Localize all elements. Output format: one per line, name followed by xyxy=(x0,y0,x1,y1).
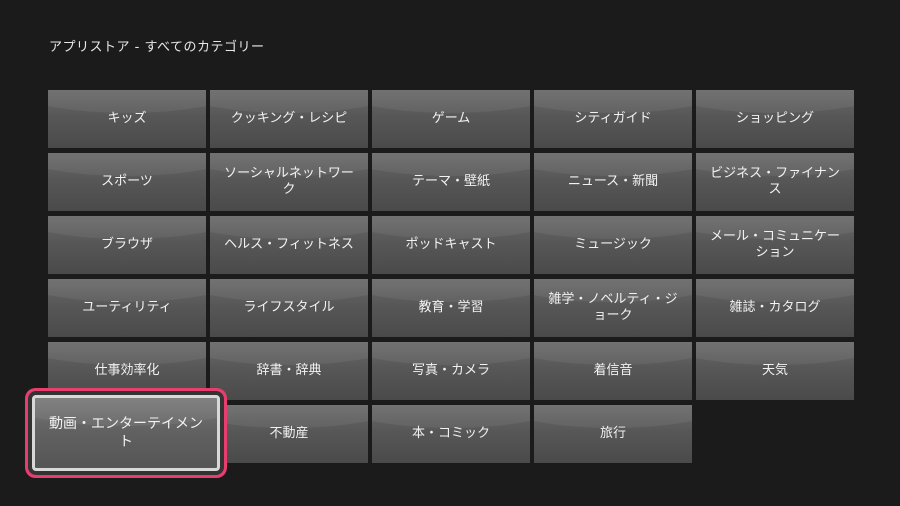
category-tile[interactable]: ニュース・新聞 xyxy=(534,153,692,211)
category-tile[interactable]: ソーシャルネットワーク xyxy=(210,153,368,211)
category-label: ブラウザ xyxy=(100,237,153,252)
category-label: 動画・エンターテイメント xyxy=(49,416,203,450)
category-label: メール・コミュニケーション xyxy=(709,229,840,260)
category-tile[interactable]: ライフスタイル xyxy=(210,279,368,337)
category-tile[interactable]: 着信音 xyxy=(534,342,692,400)
app-store-categories-screen: アプリストア - すべてのカテゴリー キッズ クッキング・レシピ ゲーム シティ… xyxy=(0,0,900,506)
category-tile[interactable]: クッキング・レシピ xyxy=(210,90,368,148)
category-label: テーマ・壁紙 xyxy=(411,174,490,189)
category-tile[interactable]: 辞書・辞典 xyxy=(210,342,368,400)
category-tile[interactable]: 教育・学習 xyxy=(372,279,530,337)
category-label: ユーティリティ xyxy=(82,300,172,315)
category-label: ヘルス・フィットネス xyxy=(224,237,354,252)
category-label: 不動産 xyxy=(269,426,309,441)
category-tile[interactable]: ポッドキャスト xyxy=(372,216,530,274)
category-tile[interactable]: シティガイド xyxy=(534,90,692,148)
category-label: 雑学・ノベルティ・ジョーク xyxy=(548,292,678,323)
category-tile[interactable]: ユーティリティ xyxy=(48,279,206,337)
page-title: アプリストア - すべてのカテゴリー xyxy=(49,40,265,55)
category-label: 雑誌・カタログ xyxy=(729,300,821,315)
category-tile-focused[interactable]: 動画・エンターテイメント xyxy=(32,395,220,471)
category-label: 仕事効率化 xyxy=(94,363,160,378)
category-label: ポッドキャスト xyxy=(405,237,497,252)
category-tile[interactable]: 本・コミック xyxy=(372,405,530,463)
category-tile[interactable]: テーマ・壁紙 xyxy=(372,153,530,211)
category-tile[interactable]: キッズ xyxy=(48,90,206,148)
category-label: ゲーム xyxy=(431,111,471,126)
category-label: クッキング・レシピ xyxy=(230,111,348,126)
category-tile[interactable]: ブラウザ xyxy=(48,216,206,274)
category-label: 本・コミック xyxy=(411,426,490,441)
category-tile[interactable]: ゲーム xyxy=(372,90,530,148)
category-tile[interactable]: ビジネス・ファイナンス xyxy=(696,153,854,211)
category-label: スポーツ xyxy=(101,174,153,189)
category-label: 辞書・辞典 xyxy=(256,363,322,378)
category-label: シティガイド xyxy=(574,111,652,126)
category-tile[interactable]: スポーツ xyxy=(48,153,206,211)
category-tile[interactable]: ショッピング xyxy=(696,90,854,148)
category-label: ソーシャルネットワーク xyxy=(224,166,354,197)
category-tile[interactable]: 天気 xyxy=(696,342,854,400)
category-label: 天気 xyxy=(761,363,788,378)
category-tile[interactable]: メール・コミュニケーション xyxy=(696,216,854,274)
category-tile[interactable]: ミュージック xyxy=(534,216,692,274)
category-label: ショッピング xyxy=(735,111,814,126)
category-label: 旅行 xyxy=(599,426,626,441)
category-tile[interactable]: 雑誌・カタログ xyxy=(696,279,854,337)
category-label: ビジネス・ファイナンス xyxy=(710,166,840,197)
category-label: ニュース・新聞 xyxy=(567,174,659,189)
category-label: ミュージック xyxy=(574,237,652,252)
category-grid: キッズ クッキング・レシピ ゲーム シティガイド ショッピング スポーツ ソーシ… xyxy=(32,90,854,471)
category-tile[interactable]: ヘルス・フィットネス xyxy=(210,216,368,274)
category-tile[interactable]: 旅行 xyxy=(534,405,692,463)
category-label: ライフスタイル xyxy=(243,300,335,315)
category-tile[interactable]: 仕事効率化 xyxy=(48,342,206,400)
category-label: 着信音 xyxy=(593,363,633,378)
category-label: 写真・カメラ xyxy=(411,363,490,378)
category-tile[interactable]: 写真・カメラ xyxy=(372,342,530,400)
category-tile[interactable]: 雑学・ノベルティ・ジョーク xyxy=(534,279,692,337)
category-label: 教育・学習 xyxy=(418,300,484,315)
category-tile[interactable]: 不動産 xyxy=(210,405,368,463)
category-label: キッズ xyxy=(107,111,147,126)
